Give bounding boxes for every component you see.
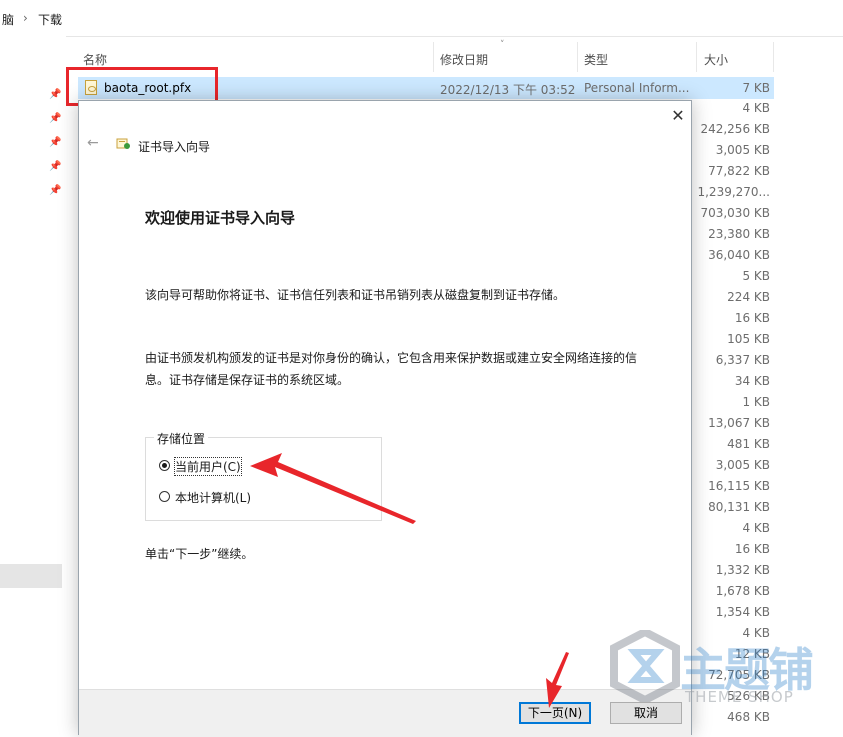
file-size-cell: 242,256 KB: [700, 122, 770, 136]
file-size-cell: 23,380 KB: [708, 227, 770, 241]
continue-hint: 单击“下一步”继续。: [145, 547, 254, 561]
radio-unselected-icon[interactable]: [159, 491, 170, 502]
file-size-cell: 77,822 KB: [708, 164, 770, 178]
watermark-subtitle: THEME SHOP: [685, 688, 794, 706]
file-size-cell: 1,239,270...: [697, 185, 770, 199]
file-size: 7 KB: [742, 81, 770, 95]
close-icon[interactable]: ✕: [667, 105, 689, 127]
column-header-type[interactable]: 类型: [578, 40, 696, 74]
file-size-cell: 468 KB: [727, 710, 770, 724]
certificate-wizard-icon: [116, 138, 130, 149]
chevron-right-icon: ›: [23, 11, 28, 25]
file-size-cell: 13,067 KB: [708, 416, 770, 430]
watermark-logo-icon: [610, 630, 680, 702]
certificate-explanation: 由证书颁发机构颁发的证书是对你身份的确认，它包含用来保护数据或建立安全网络连接的…: [145, 351, 638, 387]
breadcrumb-parent[interactable]: 脑: [2, 11, 14, 28]
file-size-cell: 80,131 KB: [708, 500, 770, 514]
radio-selected-icon[interactable]: [159, 460, 170, 471]
file-size-cell: 703,030 KB: [700, 206, 770, 220]
pin-icon: 📌: [49, 113, 62, 124]
radio-local-machine-label[interactable]: 本地计算机(L): [175, 489, 251, 506]
column-header-date[interactable]: 修改日期: [434, 40, 577, 74]
file-date: 2022/12/13 下午 03:52: [440, 83, 576, 97]
file-size-cell: 1,332 KB: [715, 563, 770, 577]
dialog-footer: 下一页(N) 取消: [79, 689, 691, 737]
file-size-cell: 1,354 KB: [715, 605, 770, 619]
file-size-cell: 1 KB: [742, 395, 770, 409]
cancel-button[interactable]: 取消: [610, 702, 682, 724]
column-header-size[interactable]: 大小: [697, 40, 773, 74]
file-size-cell: 6,337 KB: [715, 353, 770, 367]
radio-current-user-label[interactable]: 当前用户(C): [174, 457, 242, 476]
file-size-cell: 5 KB: [742, 269, 770, 283]
column-divider[interactable]: [773, 42, 774, 72]
pin-icon: 📌: [49, 137, 62, 148]
navigation-item-selected[interactable]: [0, 564, 62, 588]
next-button[interactable]: 下一页(N): [519, 702, 591, 724]
breadcrumb-current[interactable]: 下载: [38, 11, 62, 28]
file-size-cell: 481 KB: [727, 437, 770, 451]
file-size-cell: 1,678 KB: [715, 584, 770, 598]
file-size-cell: 16,115 KB: [708, 479, 770, 493]
file-size-cell: 36,040 KB: [708, 248, 770, 262]
file-size-cell: 3,005 KB: [715, 458, 770, 472]
back-arrow-icon[interactable]: ←: [87, 135, 99, 151]
store-location-group: 存储位置 当前用户(C) 本地计算机(L): [145, 430, 382, 521]
file-size-cell: 4 KB: [742, 521, 770, 535]
file-size-cell: 3,005 KB: [715, 143, 770, 157]
file-size-cell: 105 KB: [727, 332, 770, 346]
pin-icon: 📌: [49, 185, 62, 196]
file-size-cell: 224 KB: [727, 290, 770, 304]
store-location-label: 存储位置: [154, 430, 209, 447]
dialog-title: 证书导入向导: [138, 140, 211, 154]
pin-icon: 📌: [49, 89, 62, 100]
page-heading: 欢迎使用证书导入向导: [145, 209, 296, 227]
file-size-cell: 34 KB: [734, 374, 770, 388]
file-type: Personal Inform...: [584, 81, 690, 95]
pin-icon: 📌: [49, 161, 62, 172]
file-size-cell: 16 KB: [734, 311, 770, 325]
certificate-import-dialog: ✕ ← 证书导入向导 欢迎使用证书导入向导 该向导可帮助你将证书、证书信任列表和…: [78, 100, 692, 737]
breadcrumb: 脑 › 下载: [0, 0, 843, 37]
file-size-cell: 16 KB: [734, 542, 770, 556]
file-size-cell: 4 KB: [742, 101, 770, 115]
wizard-description: 该向导可帮助你将证书、证书信任列表和证书吊销列表从磁盘复制到证书存储。: [145, 288, 566, 302]
